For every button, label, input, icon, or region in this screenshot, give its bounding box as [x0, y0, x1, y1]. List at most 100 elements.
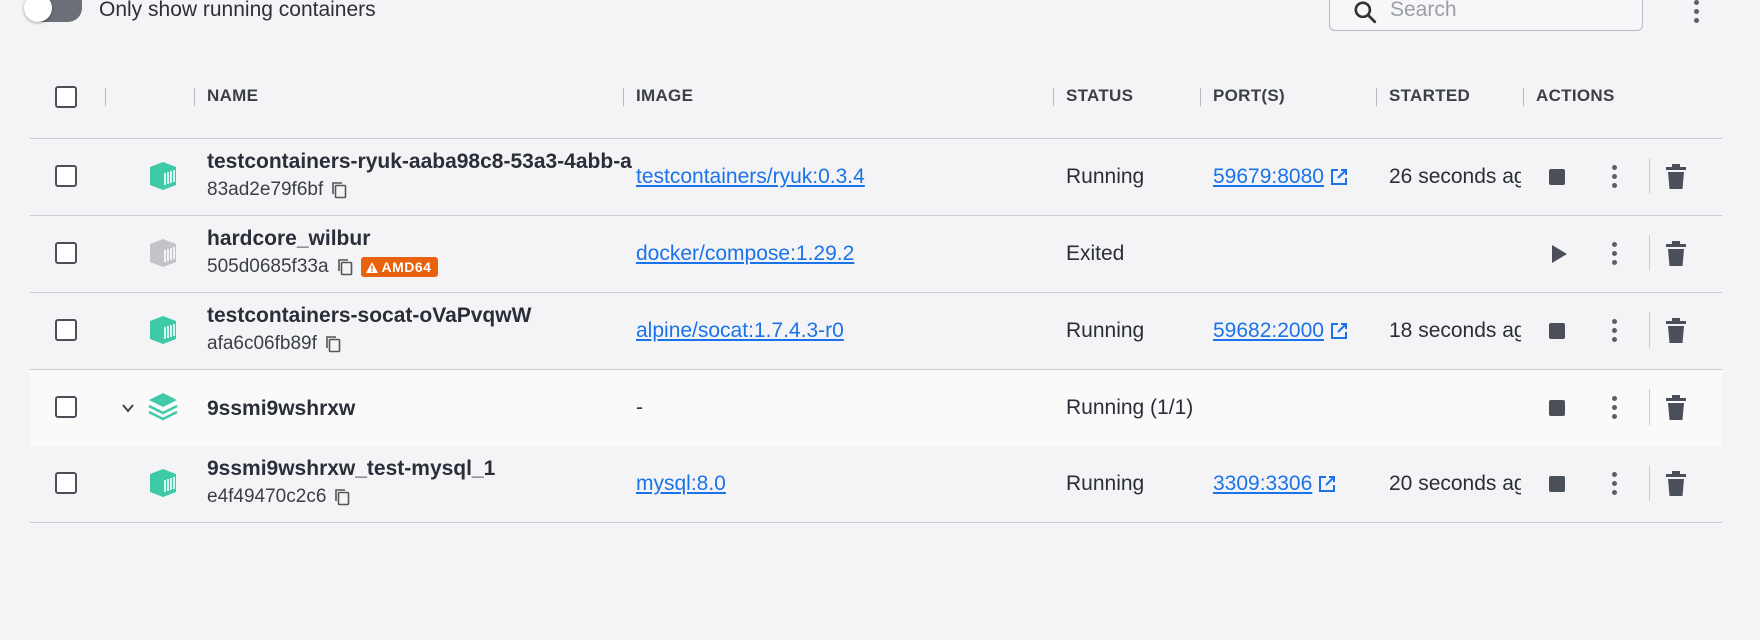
row-checkbox[interactable] [55, 242, 77, 264]
search-box[interactable] [1329, 0, 1643, 31]
port-link[interactable]: 59679:8080 [1213, 165, 1348, 189]
container-id: e4f49470c2c6 [207, 486, 350, 508]
status-text: Exited [1066, 242, 1125, 265]
stop-icon[interactable] [1549, 476, 1565, 492]
column-header-status[interactable]: STATUS [1066, 86, 1133, 106]
stop-icon[interactable] [1549, 169, 1565, 185]
column-divider[interactable] [194, 88, 195, 106]
stop-icon[interactable] [1549, 323, 1565, 339]
port-link[interactable]: 59682:2000 [1213, 319, 1348, 343]
copy-icon[interactable] [325, 335, 341, 353]
delete-icon[interactable] [1665, 395, 1687, 421]
toggle-label: Only show running containers [99, 0, 376, 21]
delete-icon[interactable] [1665, 164, 1687, 190]
chevron-down-icon[interactable] [120, 400, 136, 416]
table-row-group[interactable]: 9ssmi9wshrxw - Running (1/1) [30, 370, 1722, 446]
row-checkbox[interactable] [55, 165, 77, 187]
column-header-ports[interactable]: PORT(S) [1213, 86, 1285, 106]
actions-divider [1649, 235, 1650, 271]
stop-icon[interactable] [1549, 400, 1565, 416]
search-icon [1354, 1, 1377, 24]
column-divider[interactable] [1523, 88, 1524, 106]
column-divider[interactable] [1376, 88, 1377, 106]
column-divider[interactable] [1200, 88, 1201, 106]
row-checkbox[interactable] [55, 396, 77, 418]
status-text: Running [1066, 319, 1145, 342]
image-link[interactable]: alpine/socat:1.7.4.3-r0 [636, 319, 844, 343]
table-row[interactable]: testcontainers-socat-oVaPvqwW afa6c06fb8… [30, 293, 1722, 370]
column-header-started[interactable]: STARTED [1389, 86, 1470, 106]
row-checkbox[interactable] [55, 319, 77, 341]
more-options-icon[interactable] [1686, 0, 1706, 28]
port-text[interactable]: 59679:8080 [1213, 165, 1324, 189]
image-link[interactable]: docker/compose:1.29.2 [636, 242, 854, 266]
column-header-name[interactable]: NAME [207, 86, 258, 106]
delete-icon[interactable] [1665, 318, 1687, 344]
container-name[interactable]: hardcore_wilbur [207, 227, 650, 251]
column-header-actions: ACTIONS [1536, 86, 1615, 105]
toggle-knob[interactable] [24, 0, 52, 22]
image-link[interactable]: mysql:8.0 [636, 472, 726, 496]
image-link[interactable]: testcontainers/ryuk:0.3.4 [636, 165, 865, 189]
container-icon [150, 162, 176, 190]
stack-name[interactable]: 9ssmi9wshrxw [207, 397, 650, 421]
table-row[interactable]: testcontainers-ryuk-aaba98c8-53a3-4abb-a… [30, 139, 1722, 216]
search-input[interactable] [1390, 0, 1630, 23]
port-text[interactable]: 3309:3306 [1213, 472, 1312, 496]
container-id-text: e4f49470c2c6 [207, 486, 327, 507]
status-text: Running [1066, 472, 1145, 495]
warning-icon [365, 261, 378, 273]
actions-divider [1649, 389, 1650, 425]
container-icon [150, 239, 176, 267]
row-more-icon[interactable] [1604, 159, 1624, 193]
actions-divider [1649, 465, 1650, 501]
column-divider[interactable] [623, 88, 624, 106]
external-link-icon[interactable] [1330, 322, 1348, 340]
container-name[interactable]: testcontainers-ryuk-aaba98c8-53a3-4abb-a [207, 150, 650, 174]
row-more-icon[interactable] [1604, 236, 1624, 270]
status-text: Running (1/1) [1066, 396, 1194, 419]
toolbar: Only show running containers [0, 0, 1760, 40]
image-text: - [636, 396, 643, 419]
column-header-image[interactable]: IMAGE [636, 86, 693, 106]
column-divider[interactable] [105, 88, 106, 106]
started-text: 26 seconds ago [1389, 165, 1521, 188]
status-text: Running [1066, 165, 1145, 188]
stack-icon [148, 393, 178, 421]
row-more-icon[interactable] [1604, 313, 1624, 347]
container-id: afa6c06fb89f [207, 333, 341, 355]
badge-text: AMD64 [381, 259, 432, 275]
started-text: 18 seconds ago [1389, 319, 1521, 342]
arch-warning-badge: AMD64 [360, 257, 439, 277]
row-more-icon[interactable] [1604, 466, 1624, 500]
container-id: 83ad2e79f6bf [207, 179, 347, 201]
actions-divider [1649, 312, 1650, 348]
external-link-icon[interactable] [1330, 168, 1348, 186]
copy-icon[interactable] [334, 488, 350, 506]
container-name[interactable]: testcontainers-socat-oVaPvqwW [207, 304, 650, 328]
select-all-checkbox[interactable] [55, 86, 77, 108]
container-id-text: 505d0685f33a [207, 256, 329, 277]
row-more-icon[interactable] [1604, 390, 1624, 424]
port-text[interactable]: 59682:2000 [1213, 319, 1324, 343]
actions-divider [1649, 158, 1650, 194]
container-icon [150, 316, 176, 344]
delete-icon[interactable] [1665, 471, 1687, 497]
container-id-text: 83ad2e79f6bf [207, 179, 324, 200]
running-only-toggle[interactable] [24, 0, 82, 22]
row-checkbox[interactable] [55, 472, 77, 494]
table-row[interactable]: 9ssmi9wshrxw_test-mysql_1 e4f49470c2c6 m… [30, 446, 1722, 523]
table-header: NAME IMAGE STATUS PORT(S) STARTED ACTION… [30, 72, 1722, 139]
copy-icon[interactable] [331, 181, 347, 199]
table-row[interactable]: hardcore_wilbur 505d0685f33a AMD64 docke… [30, 216, 1722, 293]
external-link-icon[interactable] [1318, 475, 1336, 493]
container-id-text: afa6c06fb89f [207, 333, 317, 354]
container-icon [150, 469, 176, 497]
play-icon[interactable] [1550, 244, 1568, 264]
copy-icon[interactable] [337, 258, 353, 276]
delete-icon[interactable] [1665, 241, 1687, 267]
column-divider[interactable] [1053, 88, 1054, 106]
container-id: 505d0685f33a AMD64 [207, 256, 439, 278]
port-link[interactable]: 3309:3306 [1213, 472, 1336, 496]
container-name[interactable]: 9ssmi9wshrxw_test-mysql_1 [207, 457, 650, 481]
